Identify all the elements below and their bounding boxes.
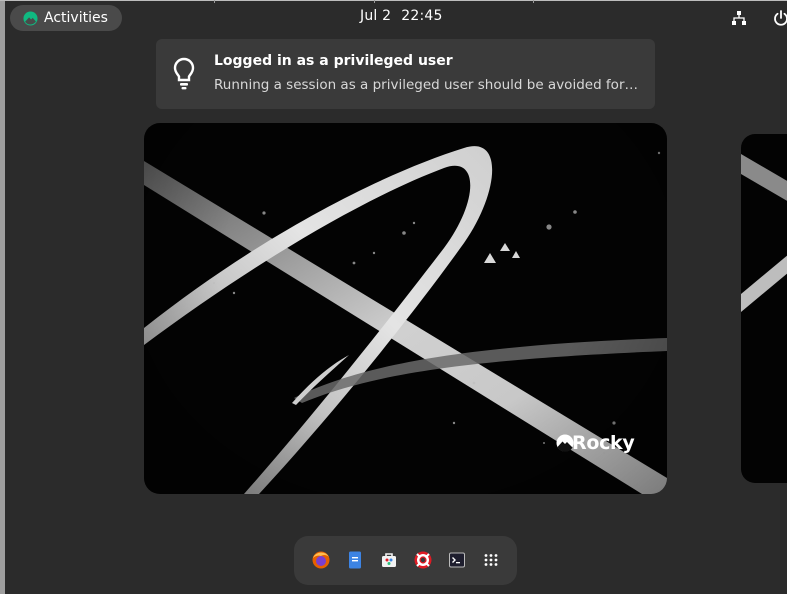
firefox-icon[interactable]	[311, 550, 331, 570]
wallpaper-graphic	[741, 154, 787, 312]
activities-label: Activities	[44, 10, 108, 26]
dash	[294, 536, 517, 585]
notification-banner[interactable]: Logged in as a privileged user Running a…	[156, 39, 655, 109]
terminal-icon[interactable]	[447, 550, 467, 570]
app-grid-icon[interactable]	[481, 550, 501, 570]
notification-title: Logged in as a privileged user	[214, 53, 453, 69]
clock-time: 22:45	[401, 8, 443, 24]
top-edge	[0, 0, 787, 1]
activities-button[interactable]: Activities	[10, 5, 122, 31]
workspace-thumbnail-next[interactable]	[741, 134, 787, 483]
notification-body: Running a session as a privileged user s…	[214, 77, 642, 93]
help-icon[interactable]	[413, 550, 433, 570]
rocky-logo-icon	[23, 11, 38, 26]
files-icon[interactable]	[345, 550, 365, 570]
software-icon[interactable]	[379, 550, 399, 570]
rocky-wordmark: Rocky	[572, 432, 635, 454]
network-icon[interactable]	[731, 10, 747, 26]
power-icon[interactable]	[773, 10, 787, 26]
top-bar: Activities Jul 2 22:45	[5, 2, 787, 34]
window-edge	[0, 0, 5, 594]
lightbulb-icon	[173, 57, 195, 90]
clock-date: Jul 2	[360, 8, 392, 24]
clock[interactable]: Jul 2 22:45	[360, 8, 443, 24]
